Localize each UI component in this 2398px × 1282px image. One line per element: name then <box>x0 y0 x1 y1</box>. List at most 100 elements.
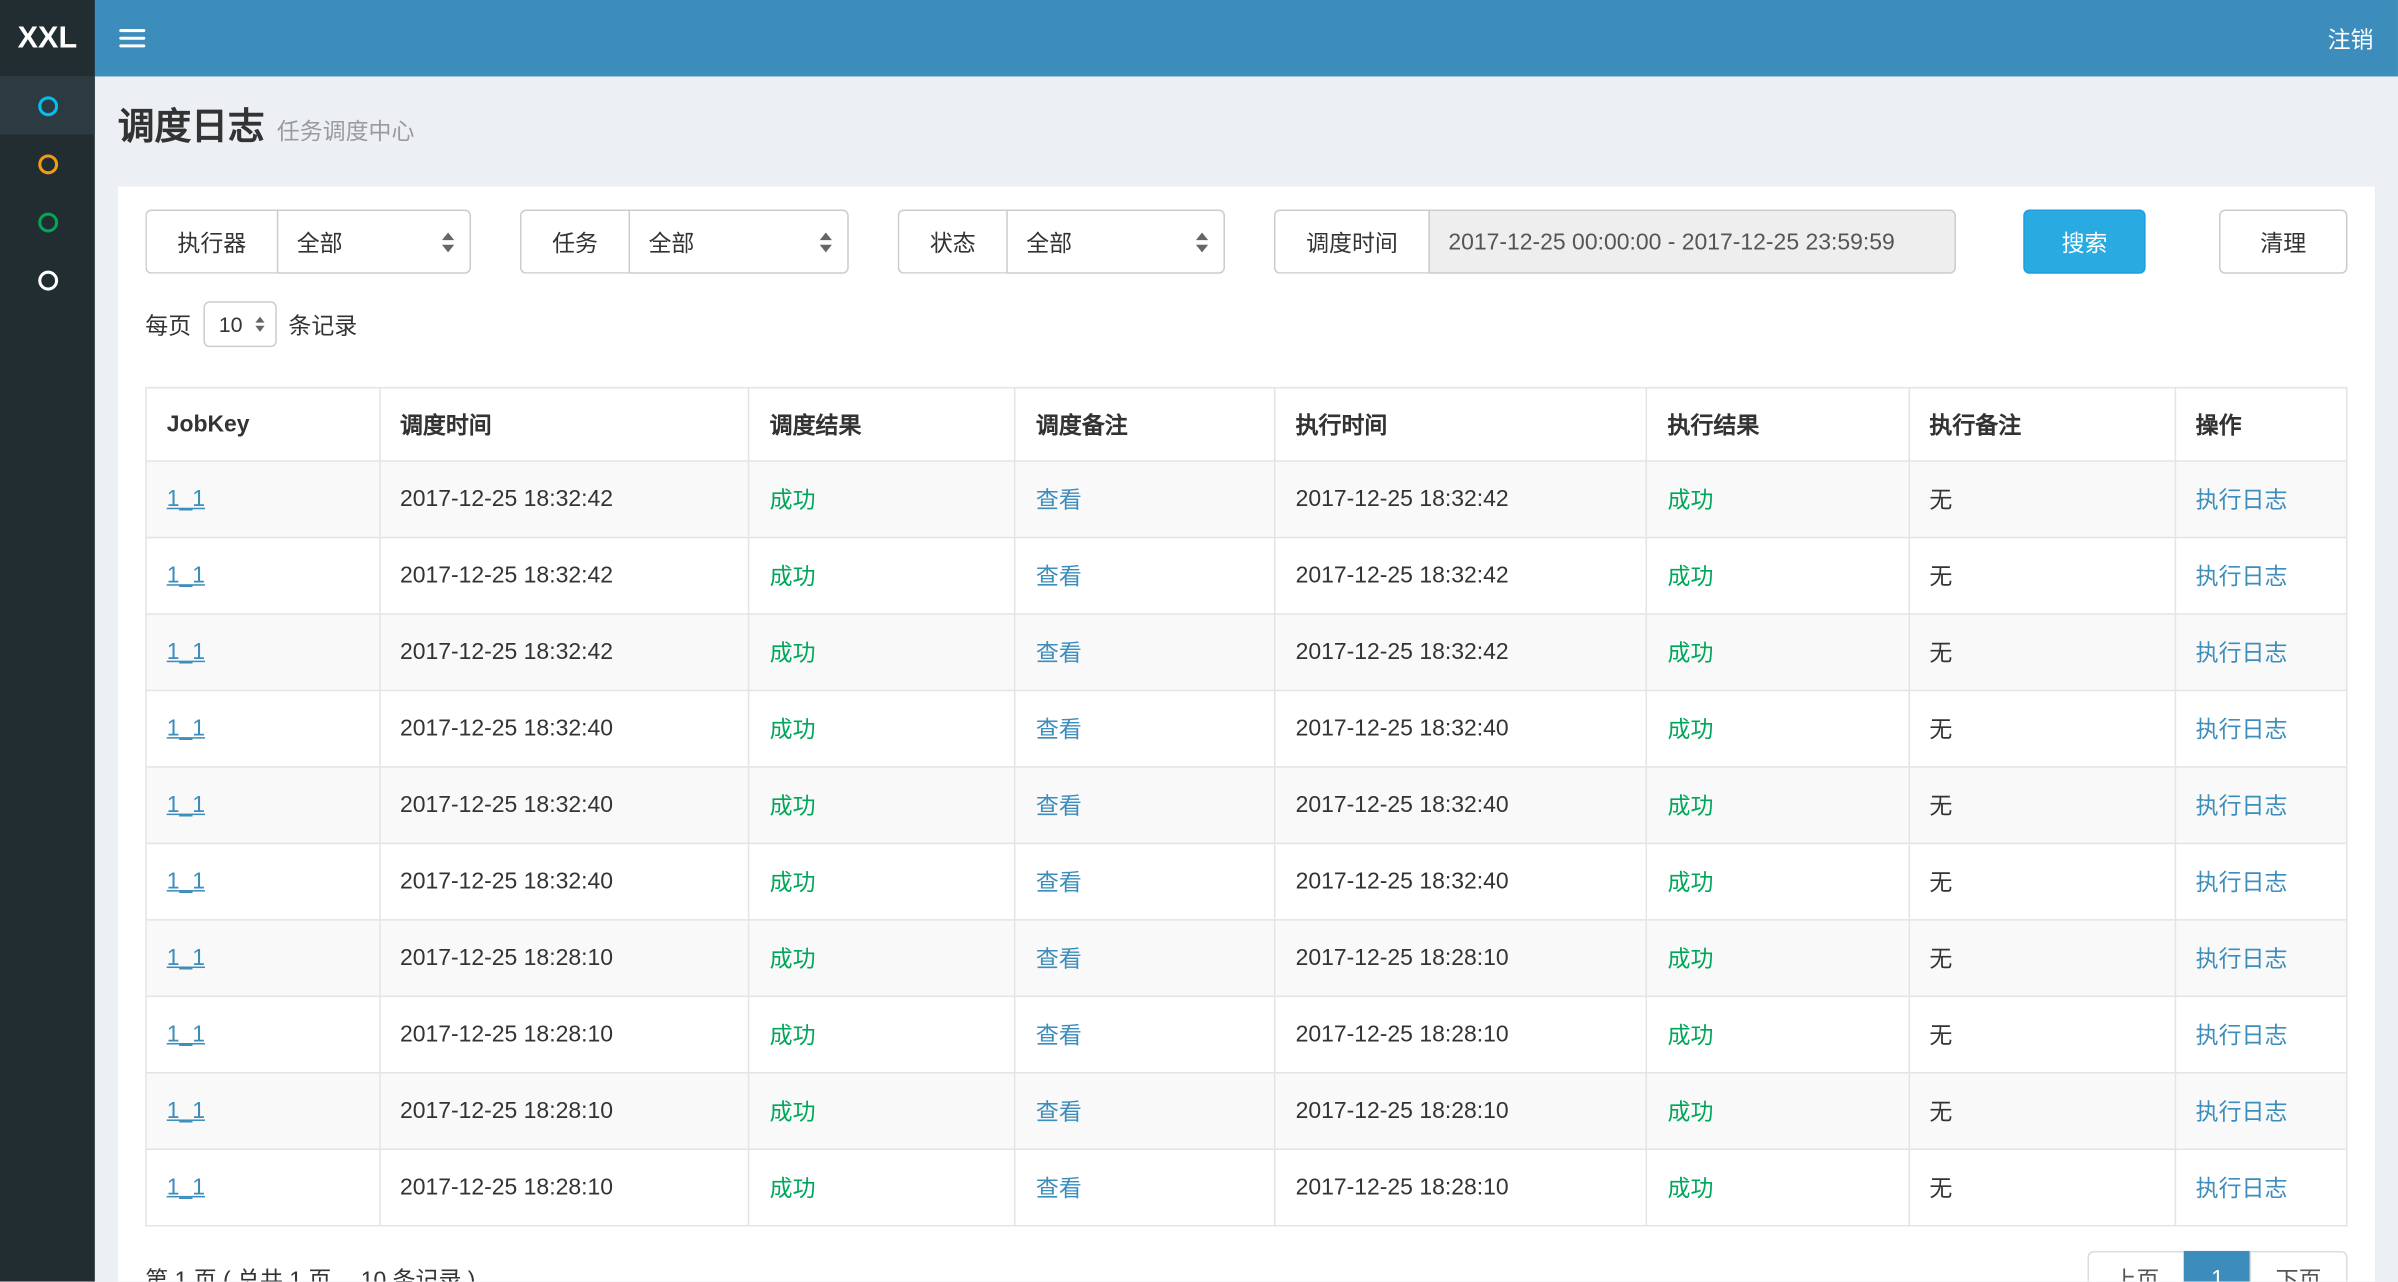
jobkey-link[interactable]: 1_1 <box>167 486 205 512</box>
page-subtitle: 任务调度中心 <box>277 119 415 145</box>
trigger-time-label: 调度时间 <box>1274 210 1428 274</box>
trigger-time-cell: 2017-12-25 18:32:42 <box>379 538 749 614</box>
trigger-time-cell: 2017-12-25 18:32:40 <box>379 767 749 843</box>
search-button[interactable]: 搜索 <box>2023 210 2145 274</box>
jobkey-link[interactable]: 1_1 <box>167 792 205 818</box>
executor-label: 执行器 <box>145 210 277 274</box>
jobkey-link[interactable]: 1_1 <box>167 563 205 589</box>
executor-select[interactable]: 全部 <box>277 210 471 274</box>
trigger-time-input[interactable]: 2017-12-25 00:00:00 - 2017-12-25 23:59:5… <box>1428 210 1956 274</box>
sidebar <box>0 76 95 1281</box>
content-header: 调度日志任务调度中心 <box>95 76 2398 186</box>
exec-log-link[interactable]: 执行日志 <box>2196 947 2288 973</box>
hamburger-icon <box>119 29 145 32</box>
prev-page-button[interactable]: 上页 <box>2087 1251 2185 1282</box>
handle-result-text: 成功 <box>1668 1176 1714 1202</box>
current-page-button[interactable]: 1 <box>2184 1251 2251 1282</box>
trigger-result-text: 成功 <box>770 947 816 973</box>
handle-time-cell: 2017-12-25 18:32:42 <box>1275 614 1647 690</box>
col-header-jobkey[interactable]: JobKey <box>146 388 379 461</box>
exec-log-link[interactable]: 执行日志 <box>2196 564 2288 590</box>
logout-link[interactable]: 注销 <box>2303 0 2398 76</box>
jobkey-link[interactable]: 1_1 <box>167 639 205 665</box>
trigger-msg-link[interactable]: 查看 <box>1036 947 1082 973</box>
handle-msg-cell: 无 <box>1909 920 2175 996</box>
handle-msg-cell: 无 <box>1909 767 2175 843</box>
exec-log-link[interactable]: 执行日志 <box>2196 488 2288 514</box>
menu-circle-icon <box>37 212 57 232</box>
exec-log-link[interactable]: 执行日志 <box>2196 641 2288 667</box>
trigger-msg-link[interactable]: 查看 <box>1036 564 1082 590</box>
trigger-msg-link[interactable]: 查看 <box>1036 794 1082 820</box>
sidebar-item-1[interactable] <box>0 76 95 134</box>
handle-result-text: 成功 <box>1668 1023 1714 1049</box>
table-row: 1_1 2017-12-25 18:32:40 成功 查看 2017-12-25… <box>146 690 2347 766</box>
exec-log-link[interactable]: 执行日志 <box>2196 1176 2288 1202</box>
handle-result-text: 成功 <box>1668 488 1714 514</box>
table-row: 1_1 2017-12-25 18:32:42 成功 查看 2017-12-25… <box>146 461 2347 537</box>
trigger-msg-link[interactable]: 查看 <box>1036 717 1082 743</box>
brand-logo[interactable]: XXL <box>0 0 95 76</box>
trigger-msg-link[interactable]: 查看 <box>1036 870 1082 896</box>
jobkey-link[interactable]: 1_1 <box>167 1098 205 1124</box>
page-size-suffix: 条记录 <box>288 308 357 340</box>
clear-button[interactable]: 清理 <box>2219 210 2347 274</box>
exec-log-link[interactable]: 执行日志 <box>2196 717 2288 743</box>
col-header-handle-msg[interactable]: 执行备注 <box>1909 388 2175 461</box>
job-label: 任务 <box>520 210 629 274</box>
handle-msg-cell: 无 <box>1909 1073 2175 1149</box>
col-header-trigger-msg[interactable]: 调度备注 <box>1015 388 1275 461</box>
trigger-result-text: 成功 <box>770 1100 816 1126</box>
log-table: JobKey 调度时间 调度结果 调度备注 执行时间 执行结果 执行备注 操作 … <box>145 387 2347 1227</box>
table-row: 1_1 2017-12-25 18:32:40 成功 查看 2017-12-25… <box>146 843 2347 919</box>
handle-result-text: 成功 <box>1668 717 1714 743</box>
sidebar-item-2[interactable] <box>0 135 95 193</box>
col-header-trigger-time[interactable]: 调度时间 <box>379 388 749 461</box>
trigger-msg-link[interactable]: 查看 <box>1036 1023 1082 1049</box>
handle-result-text: 成功 <box>1668 564 1714 590</box>
sidebar-item-4[interactable] <box>0 251 95 309</box>
table-header-row: JobKey 调度时间 调度结果 调度备注 执行时间 执行结果 执行备注 操作 <box>146 388 2347 461</box>
status-select[interactable]: 全部 <box>1006 210 1225 274</box>
page-title: 调度日志任务调度中心 <box>118 107 2375 154</box>
jobkey-link[interactable]: 1_1 <box>167 1175 205 1201</box>
menu-circle-icon <box>37 154 57 174</box>
col-header-action[interactable]: 操作 <box>2175 388 2347 461</box>
menu-circle-icon <box>37 270 57 290</box>
sidebar-item-3[interactable] <box>0 193 95 251</box>
col-header-handle-time[interactable]: 执行时间 <box>1275 388 1647 461</box>
jobkey-link[interactable]: 1_1 <box>167 1022 205 1048</box>
table-row: 1_1 2017-12-25 18:28:10 成功 查看 2017-12-25… <box>146 996 2347 1072</box>
sidebar-toggle-button[interactable] <box>95 0 168 76</box>
menu-circle-icon <box>37 96 57 116</box>
trigger-result-text: 成功 <box>770 564 816 590</box>
pagination-summary: 第 1 页 ( 总共 1 页， 10 条记录 ) <box>145 1263 475 1281</box>
col-header-handle-result[interactable]: 执行结果 <box>1647 388 1909 461</box>
table-row: 1_1 2017-12-25 18:32:40 成功 查看 2017-12-25… <box>146 767 2347 843</box>
handle-msg-cell: 无 <box>1909 538 2175 614</box>
jobkey-link[interactable]: 1_1 <box>167 716 205 742</box>
trigger-time-cell: 2017-12-25 18:28:10 <box>379 1149 749 1225</box>
job-select[interactable]: 全部 <box>629 210 849 274</box>
trigger-msg-link[interactable]: 查看 <box>1036 1100 1082 1126</box>
page-size-select[interactable]: 10 <box>203 301 276 347</box>
exec-log-link[interactable]: 执行日志 <box>2196 1023 2288 1049</box>
job-select-value: 全部 <box>648 226 694 258</box>
trigger-msg-link[interactable]: 查看 <box>1036 1176 1082 1202</box>
trigger-time-cell: 2017-12-25 18:32:40 <box>379 843 749 919</box>
exec-log-link[interactable]: 执行日志 <box>2196 1100 2288 1126</box>
trigger-msg-link[interactable]: 查看 <box>1036 488 1082 514</box>
exec-log-link[interactable]: 执行日志 <box>2196 870 2288 896</box>
handle-time-cell: 2017-12-25 18:28:10 <box>1275 1149 1647 1225</box>
handle-msg-cell: 无 <box>1909 996 2175 1072</box>
jobkey-link[interactable]: 1_1 <box>167 869 205 895</box>
jobkey-link[interactable]: 1_1 <box>167 945 205 971</box>
status-label: 状态 <box>898 210 1007 274</box>
next-page-button[interactable]: 下页 <box>2250 1251 2348 1282</box>
filter-trigger-time: 调度时间 2017-12-25 00:00:00 - 2017-12-25 23… <box>1274 210 1956 274</box>
hamburger-icon <box>119 44 145 47</box>
handle-msg-cell: 无 <box>1909 1149 2175 1225</box>
col-header-trigger-result[interactable]: 调度结果 <box>749 388 1015 461</box>
trigger-msg-link[interactable]: 查看 <box>1036 641 1082 667</box>
exec-log-link[interactable]: 执行日志 <box>2196 794 2288 820</box>
